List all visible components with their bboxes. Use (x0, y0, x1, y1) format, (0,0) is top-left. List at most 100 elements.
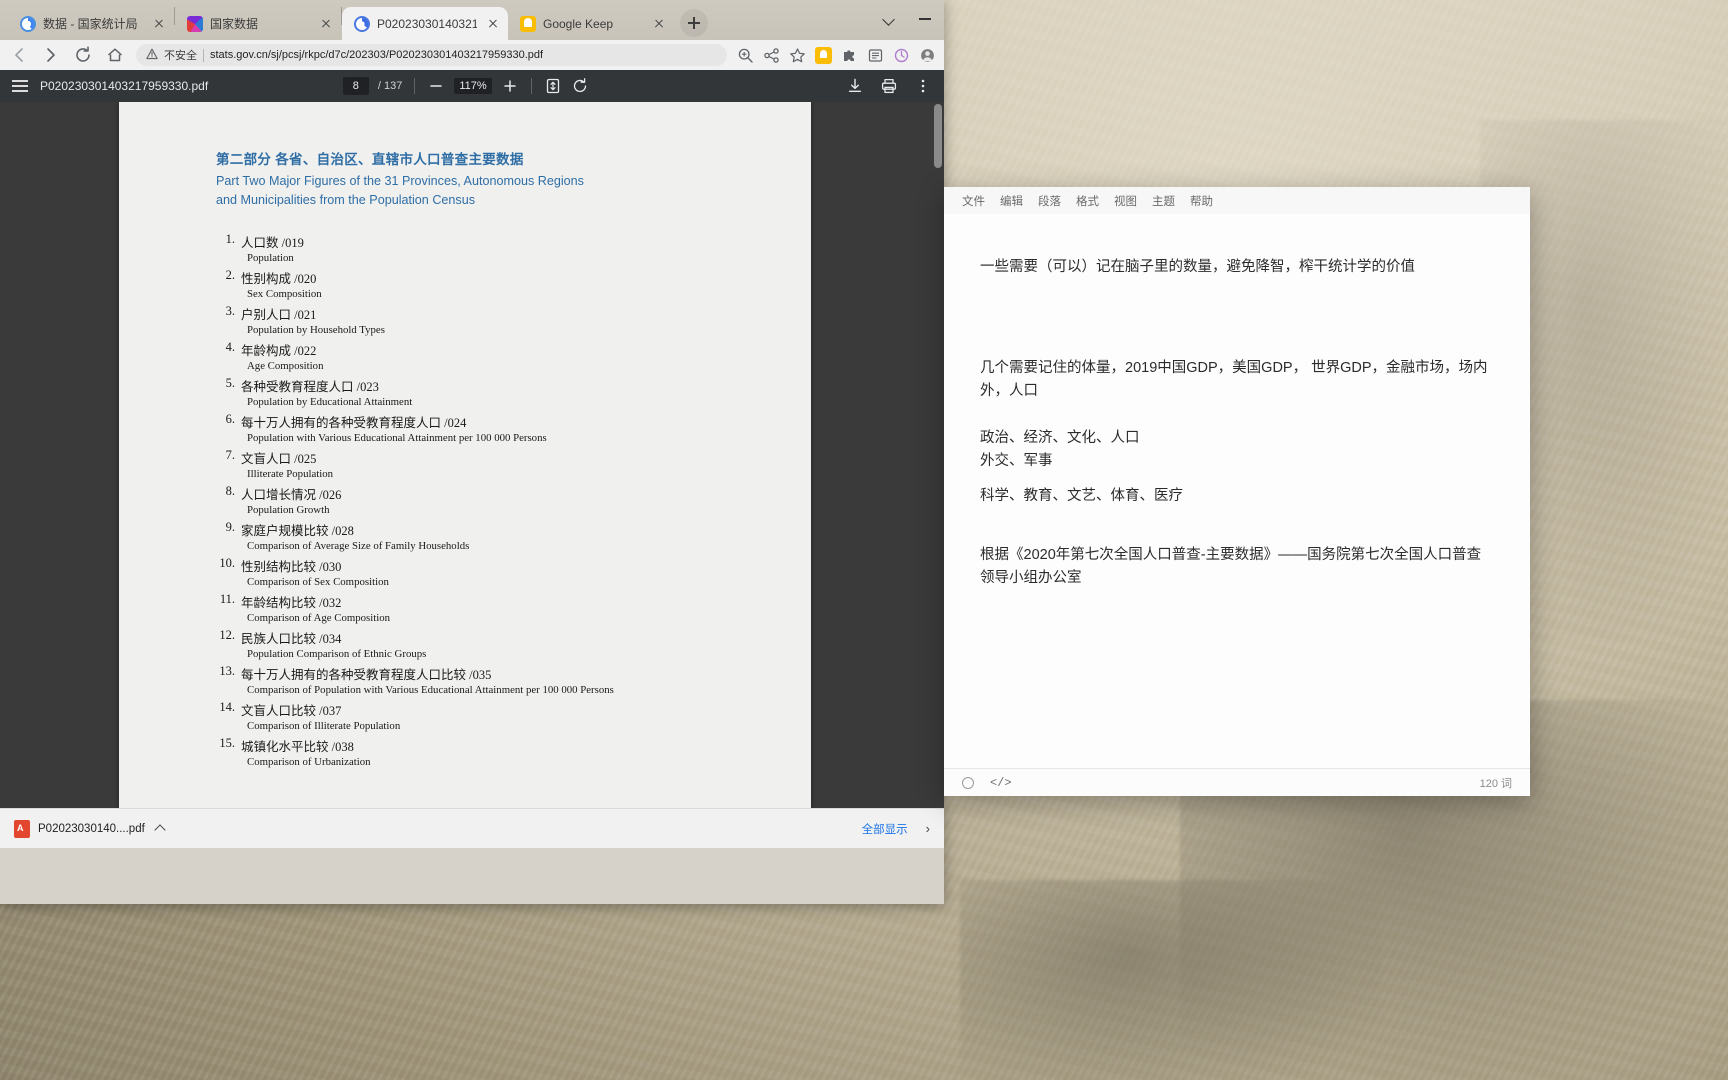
menu-item-paragraph[interactable]: 段落 (1038, 193, 1061, 209)
close-icon[interactable] (484, 15, 502, 33)
reading-list-icon[interactable] (867, 47, 884, 64)
note-paragraph-6: 根据《2020年第七次全国人口普查-主要数据》——国务院第七次全国人口普查领导小… (980, 547, 1482, 586)
note-paragraph-4: 外交、军事 (980, 453, 1053, 469)
url-divider (203, 48, 204, 62)
toc-entry: 5. 各种受教育程度人口 /023 (219, 376, 811, 395)
menu-item-file[interactable]: 文件 (962, 193, 985, 209)
sync-icon[interactable] (893, 47, 910, 64)
toolbar-divider (414, 78, 416, 94)
back-arrow-icon[interactable] (8, 44, 30, 66)
menu-item-theme[interactable]: 主题 (1152, 193, 1175, 209)
browser-tab-0[interactable]: 数据 - 国家统计局 (8, 7, 174, 40)
menu-item-format[interactable]: 格式 (1076, 193, 1099, 209)
pdf-heading-cn: 第二部分 各省、自治区、直辖市人口普查主要数据 (216, 152, 524, 167)
toc-entry: 10. 性别结构比较 /030 (219, 556, 811, 575)
focus-circle-icon[interactable] (962, 776, 974, 789)
omnibox-toolbar: 不安全 stats.gov.cn/sj/pcsj/rkpc/d7c/202303… (0, 40, 944, 70)
pdf-file-name: P020230301403217959330.pdf (40, 79, 209, 93)
toc-number: 9. (225, 520, 235, 534)
tab-title: Google Keep (543, 16, 614, 31)
toc-title-en: Illiterate Population (247, 468, 334, 480)
toc-title-en: Comparison of Sex Composition (247, 576, 389, 588)
toc-number: 1. (225, 232, 235, 246)
pdf-blue-icon (354, 15, 370, 32)
toc-title-en: Population with Various Educational Atta… (247, 432, 547, 444)
zoom-level-value[interactable]: 117% (454, 78, 492, 94)
toc-entry: 8. 人口增长情况 /026 (219, 484, 811, 503)
home-icon[interactable] (104, 44, 126, 66)
browser-tab-2-active[interactable]: P020230301403217959330.p (342, 7, 508, 40)
close-icon[interactable] (650, 15, 668, 33)
menu-item-edit[interactable]: 编辑 (1000, 193, 1023, 209)
menu-item-help[interactable]: 帮助 (1190, 193, 1213, 209)
download-icon[interactable] (846, 77, 864, 95)
chevron-right-icon[interactable]: › (926, 821, 930, 836)
toc-title-cn: 家庭户规模比较 /028 (241, 524, 354, 538)
close-icon[interactable] (317, 15, 335, 33)
bookmark-star-icon[interactable] (789, 47, 806, 64)
more-vertical-icon[interactable] (914, 77, 932, 95)
minimize-icon[interactable] (912, 5, 938, 31)
reload-icon[interactable] (72, 44, 94, 66)
toc-entry: 14. 文盲人口比较 /037 (219, 700, 811, 719)
toc-number: 11. (219, 592, 235, 606)
pdf-table-of-contents: 1. 人口数 /019 Population 2. 性别构成 /020 Sex Co… (219, 232, 811, 768)
note-editor-window: 文件 编辑 段落 格式 视图 主题 帮助 一些需要（可以）记在脑子里的数量，避免… (944, 187, 1530, 796)
note-paragraph-3: 政治、经济、文化、人口 (980, 430, 1140, 446)
plus-icon[interactable] (501, 77, 519, 95)
toc-number: 14. (219, 700, 235, 714)
profile-avatar-icon[interactable] (919, 47, 936, 64)
hamburger-menu-icon[interactable] (12, 80, 28, 92)
close-icon[interactable] (150, 15, 168, 33)
note-status-left: </> (962, 776, 1012, 790)
minus-icon[interactable] (427, 77, 445, 95)
toc-title-en: Population Growth (247, 504, 330, 516)
keep-extension-icon[interactable] (815, 46, 832, 64)
pdf-viewport[interactable]: 第二部分 各省、自治区、直辖市人口普查主要数据 Part Two Major F… (0, 102, 944, 808)
toc-number: 7. (225, 448, 235, 462)
omnibox-actions (737, 46, 936, 64)
download-item[interactable]: P02023030140....pdf (14, 819, 167, 838)
browser-tab-1[interactable]: 国家数据 (175, 7, 341, 40)
address-bar[interactable]: 不安全 stats.gov.cn/sj/pcsj/rkpc/d7c/202303… (136, 44, 727, 66)
note-text-area[interactable]: 一些需要（可以）记在脑子里的数量，避免降智，榨干统计学的价值 几个需要记住的体量… (944, 214, 1530, 768)
chevron-up-icon[interactable] (153, 822, 167, 836)
fit-page-icon[interactable] (544, 77, 562, 95)
toolbar-divider (530, 78, 532, 94)
show-all-downloads-link[interactable]: 全部显示 (862, 821, 908, 837)
toc-entry: 15. 城镇化水平比较 /038 (219, 736, 811, 755)
pdf-scrollbar-thumb[interactable] (934, 104, 942, 168)
toc-title-en: Population by Educational Attainment (247, 396, 413, 408)
toc-title-cn: 年龄结构比较 /032 (241, 596, 342, 610)
rotate-icon[interactable] (571, 77, 589, 95)
toc-title-cn: 户别人口 /021 (241, 308, 317, 322)
new-tab-button[interactable] (680, 9, 708, 37)
pdf-page-8: 第二部分 各省、自治区、直辖市人口普查主要数据 Part Two Major F… (119, 102, 811, 808)
zoom-icon[interactable] (737, 47, 754, 64)
puzzle-extension-icon[interactable] (841, 47, 858, 64)
toc-number: 15. (219, 736, 235, 750)
toc-title-cn: 民族人口比较 /034 (241, 632, 342, 646)
chevron-down-icon[interactable] (876, 5, 902, 31)
page-number-input[interactable] (342, 77, 369, 95)
keep-bulb-icon (520, 15, 536, 32)
print-icon[interactable] (880, 77, 898, 95)
note-spacer (980, 403, 1494, 427)
tab-title: P020230301403217959330.p (377, 16, 477, 31)
toc-number: 8. (225, 484, 235, 498)
page-total-label: / 137 (377, 80, 403, 92)
share-icon[interactable] (763, 47, 780, 64)
desktop: 数据 - 国家统计局 国家数据 P020230301403217959330.p… (0, 0, 1728, 1080)
pdf-scrollbar[interactable] (932, 102, 944, 808)
toc-number: 4. (225, 340, 235, 354)
warning-triangle-icon (146, 48, 158, 63)
toc-title-cn: 人口数 /019 (241, 236, 304, 250)
toc-title-en: Population Comparison of Ethnic Groups (247, 648, 427, 660)
source-code-icon[interactable]: </> (990, 776, 1012, 790)
forward-arrow-icon[interactable] (40, 44, 62, 66)
note-menu-bar: 文件 编辑 段落 格式 视图 主题 帮助 (944, 187, 1530, 214)
download-shelf-actions: 全部显示 › (862, 821, 930, 837)
tab-title: 国家数据 (210, 16, 259, 31)
menu-item-view[interactable]: 视图 (1114, 193, 1137, 209)
browser-tab-3[interactable]: Google Keep (508, 7, 674, 40)
